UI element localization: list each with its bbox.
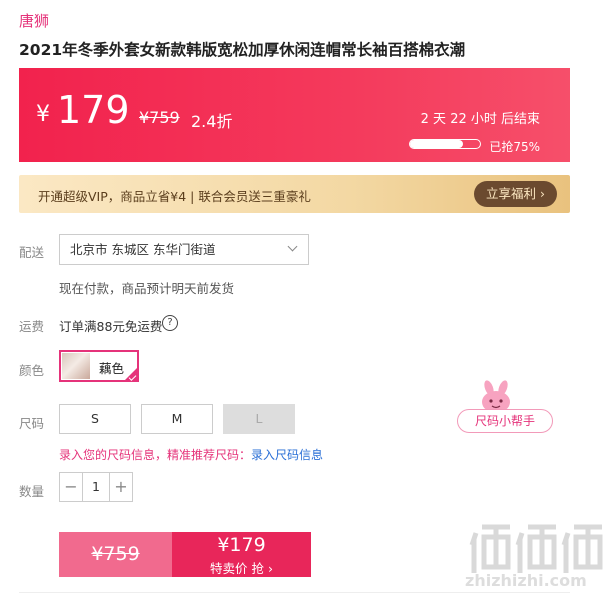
buy-subtext: 特卖价 抢 › [210,561,273,576]
product-title: 2021年冬季外套女新款韩版宽松加厚休闲连帽常长袖百搭棉衣潮 [19,41,466,59]
buy-now-button[interactable]: ¥179 特卖价 抢 › [172,532,311,577]
size-info-link[interactable]: 录入尺码信息 [251,448,323,462]
address-value: 北京市 东城区 东华门街道 [70,242,216,257]
original-price-button[interactable]: ¥759 [59,532,172,577]
help-icon[interactable]: ? [162,315,178,331]
brand-name[interactable]: 唐狮 [19,10,49,31]
divider [19,592,570,593]
chevron-down-icon [287,241,298,252]
buy-price: ¥179 [217,534,266,556]
shipping-note: 现在付款，商品预计明天前发货 [59,281,235,296]
color-option-selected[interactable]: 藕色 [59,350,139,382]
quantity-decrease-button[interactable]: − [60,473,82,501]
delivery-label: 配送 [19,245,45,260]
freight-label: 运费 [19,319,45,334]
color-label: 颜色 [19,363,45,378]
countdown-timer: 2 天 22 小时 后结束 [420,112,540,127]
watermark-text: zhizhizhi.com [465,571,587,590]
quantity-value[interactable]: 1 [82,473,110,501]
vip-promo-text: 开通超级VIP，商品立省¥4 | 联合会员送三重豪礼 [38,189,311,204]
price-banner: ¥ 179 ¥759 2.4折 2 天 22 小时 后结束 已抢75% [19,68,570,162]
sold-progress-bar [409,139,481,149]
quantity-increase-button[interactable]: + [110,473,132,501]
size-hint: 录入您的尺码信息，精准推荐尺码：录入尺码信息 [59,446,323,463]
original-price: ¥759 [139,108,180,127]
size-option-s[interactable]: S [59,404,131,434]
size-option-l: L [223,404,295,434]
price-currency: ¥ [36,102,50,127]
size-option-m[interactable]: M [141,404,213,434]
quantity-stepper: − 1 + [59,472,133,502]
size-label: 尺码 [19,416,45,431]
color-swatch-thumbnail [62,353,90,379]
vip-promo-bar: 开通超级VIP，商品立省¥4 | 联合会员送三重豪礼 立享福利 › [19,175,570,213]
price-value: 179 [57,88,130,132]
buy-original-price: ¥759 [91,543,140,565]
sold-label: 已抢75% [489,140,540,154]
quantity-label: 数量 [19,484,45,499]
freight-text: 订单满88元免运费 [59,319,163,334]
size-helper-button[interactable]: 尺码小帮手 [457,409,553,433]
sold-progress-fill [410,140,463,148]
size-hint-text: 录入您的尺码信息，精准推荐尺码： [59,448,252,462]
color-option-name: 藕色 [99,361,125,376]
discount-label: 2.4折 [191,112,233,131]
address-select[interactable]: 北京市 东城区 东华门街道 [59,234,309,265]
vip-claim-button[interactable]: 立享福利 › [474,181,557,207]
